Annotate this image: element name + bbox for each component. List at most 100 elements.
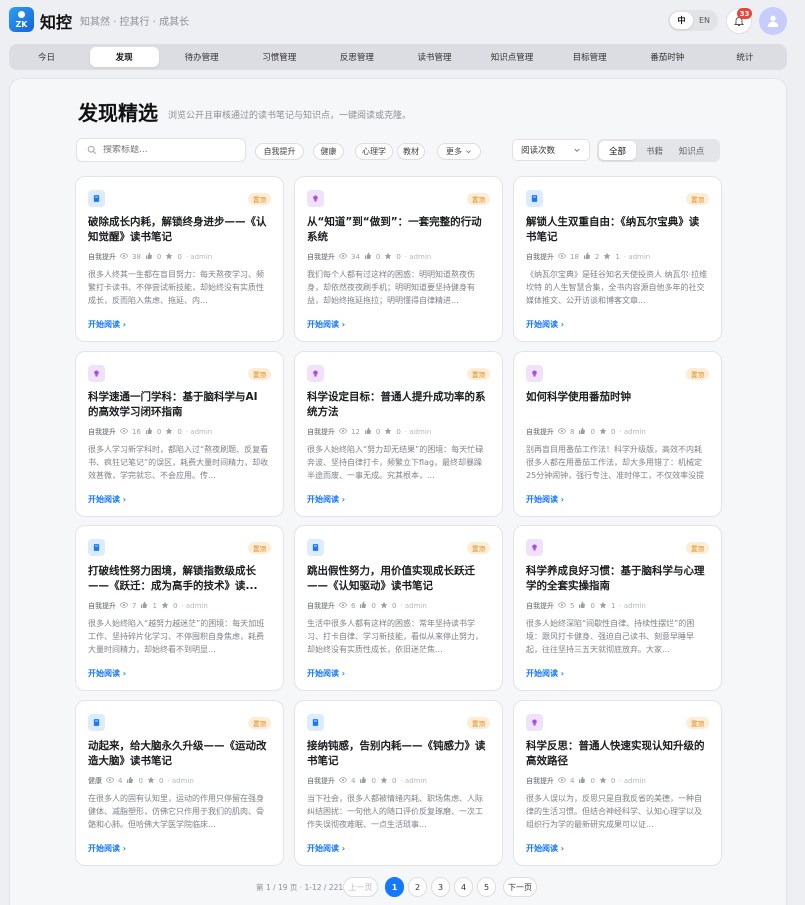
segment-1[interactable]: 书籍 — [636, 141, 673, 160]
sort-select[interactable]: 阅读次数 — [512, 139, 590, 161]
nav-tab-9[interactable]: 统计 — [710, 47, 779, 67]
card-title[interactable]: 科学速通一门学科：基于脑科学与AI的高效学习闭环指南 — [88, 390, 268, 420]
read-link-label: 开始阅读 — [307, 669, 339, 678]
content-card[interactable]: 置顶 从“知道”到“做到”：一套完整的行动系统 自我提升 34 0 0 · admin 我们每… — [294, 176, 503, 342]
bulb-icon — [526, 365, 543, 382]
page-button-1[interactable]: 1 — [385, 877, 404, 897]
star-count: 1 — [615, 253, 620, 261]
card-category: 健康 — [88, 777, 102, 785]
lang-zh-button[interactable]: 中 — [670, 12, 693, 29]
star-icon — [603, 252, 611, 262]
content-card[interactable]: 置顶 科学速通一门学科：基于脑科学与AI的高效学习闭环指南 自我提升 16 0 0 · ad… — [75, 351, 284, 517]
card-title[interactable]: 如何科学使用番茄时钟 — [526, 390, 706, 405]
app-title: 知控 — [40, 13, 73, 32]
card-title[interactable]: 从“知道”到“做到”：一套完整的行动系统 — [307, 215, 487, 245]
card-meta: 自我提升 4 0 0 · admin — [526, 776, 646, 786]
nav-tab-0[interactable]: 今日 — [12, 47, 81, 67]
card-title[interactable]: 科学设定目标：普通人提升成功率的系统方法 — [307, 390, 487, 420]
pinned-badge: 置顶 — [686, 368, 709, 380]
read-link[interactable]: 开始阅读 › — [88, 668, 126, 679]
view-count: 38 — [132, 253, 141, 261]
read-link[interactable]: 开始阅读 › — [526, 494, 564, 505]
segment-0[interactable]: 全部 — [599, 141, 636, 160]
read-link[interactable]: 开始阅读 › — [526, 319, 564, 330]
card-author: · admin — [623, 253, 651, 261]
next-page-button[interactable]: 下一页 — [503, 877, 537, 897]
nav-tab-5[interactable]: 读书管理 — [400, 47, 469, 67]
bulb-icon — [526, 539, 543, 556]
read-link[interactable]: 开始阅读 › — [526, 843, 564, 854]
content-card[interactable]: 置顶 破除成长内耗，解锁终身进步——《认知觉醒》读书笔记 自我提升 38 0 0 · adm… — [75, 176, 284, 342]
star-count: 0 — [391, 602, 397, 610]
like-count: 0 — [590, 428, 595, 436]
page-button-5[interactable]: 5 — [477, 877, 496, 897]
read-link[interactable]: 开始阅读 › — [307, 319, 345, 330]
prev-page-button[interactable]: 上一页 — [343, 877, 378, 897]
card-title[interactable]: 跳出假性努力，用价值实现成长跃迁——《认知驱动》读书笔记 — [307, 564, 487, 594]
read-link[interactable]: 开始阅读 › — [526, 668, 564, 679]
page-button-2[interactable]: 2 — [408, 877, 427, 897]
nav-tab-1[interactable]: 发现 — [89, 47, 159, 67]
segment-2[interactable]: 知识点 — [673, 141, 710, 160]
star-icon — [161, 601, 169, 611]
card-title[interactable]: 动起来，给大脑永久升级——《运动改造大脑》读书笔记 — [88, 739, 268, 769]
card-meta: 自我提升 18 2 1 · admin — [526, 252, 650, 262]
content-card[interactable]: 置顶 跳出假性努力，用价值实现成长跃迁——《认知驱动》读书笔记 自我提升 6 0 0 · a… — [294, 525, 503, 691]
pinned-badge: 置顶 — [686, 193, 709, 205]
card-title[interactable]: 科学养成良好习惯：基于脑科学与心理学的全套实操指南 — [526, 564, 706, 594]
filter-chip-4[interactable]: 更多 — [437, 143, 481, 160]
read-link-label: 开始阅读 — [307, 320, 339, 329]
pinned-badge: 置顶 — [686, 542, 709, 554]
lang-en-button[interactable]: EN — [693, 12, 716, 29]
avatar[interactable] — [759, 7, 787, 35]
search-box[interactable] — [76, 138, 246, 162]
content-card[interactable]: 置顶 如何科学使用番茄时钟 自我提升 8 0 0 · admin 别再盲目用番茄工作法！科学升… — [513, 351, 722, 517]
content-card[interactable]: 置顶 解锁人生双重自由：《纳瓦尔宝典》读书笔记 自我提升 18 2 1 · admin 《纳瓦… — [513, 176, 722, 342]
card-meta: 自我提升 6 0 0 · admin — [307, 601, 427, 611]
nav-tab-2[interactable]: 待办管理 — [167, 47, 236, 67]
bulb-icon — [307, 365, 324, 382]
eye-icon — [557, 601, 567, 611]
content-card[interactable]: 置顶 科学设定目标：普通人提升成功率的系统方法 自我提升 12 0 0 · admin 很多人… — [294, 351, 503, 517]
read-link[interactable]: 开始阅读 › — [88, 843, 126, 854]
nav-tab-10[interactable]: 系统管理 — [788, 47, 805, 67]
read-link[interactable]: 开始阅读 › — [307, 843, 345, 854]
star-count: 0 — [177, 253, 182, 261]
read-link[interactable]: 开始阅读 › — [88, 494, 126, 505]
page-button-4[interactable]: 4 — [454, 877, 473, 897]
filter-chip-2[interactable]: 心理学 — [355, 143, 393, 160]
read-link[interactable]: 开始阅读 › — [307, 668, 345, 679]
page-button-3[interactable]: 3 — [431, 877, 450, 897]
filter-chip-3[interactable]: 教材 — [397, 143, 425, 160]
nav-tab-7[interactable]: 目标管理 — [555, 47, 624, 67]
star-count: 0 — [172, 602, 178, 610]
content-card[interactable]: 置顶 科学反思：普通人快速实现认知升级的高效路径 自我提升 4 0 0 · admin 很多人… — [513, 700, 722, 866]
app-logo[interactable]: ZK — [9, 7, 34, 32]
view-count: 18 — [570, 253, 579, 261]
content-card[interactable]: 置顶 动起来，给大脑永久升级——《运动改造大脑》读书笔记 健康 4 0 0 · admin 在… — [75, 700, 284, 866]
card-title[interactable]: 科学反思：普通人快速实现认知升级的高效路径 — [526, 739, 706, 769]
card-meta: 自我提升 34 0 0 · admin — [307, 252, 431, 262]
like-count: 0 — [375, 428, 381, 436]
nav-tab-4[interactable]: 反思管理 — [322, 47, 391, 67]
nav-tab-3[interactable]: 习惯管理 — [245, 47, 314, 67]
card-title[interactable]: 打破线性努力困境，解锁指数级成长——《跃迁：成为高手的技术》读... — [88, 564, 268, 594]
card-category: 自我提升 — [88, 428, 116, 436]
filter-chip-1[interactable]: 健康 — [313, 143, 344, 160]
read-link[interactable]: 开始阅读 › — [88, 319, 126, 330]
search-input[interactable] — [103, 145, 233, 155]
read-link[interactable]: 开始阅读 › — [307, 494, 345, 505]
language-switch: 中 EN — [668, 10, 718, 31]
card-title[interactable]: 破除成长内耗，解锁终身进步——《认知觉醒》读书笔记 — [88, 215, 268, 245]
like-count: 0 — [371, 602, 376, 610]
card-author: · admin — [619, 428, 646, 436]
card-title[interactable]: 解锁人生双重自由：《纳瓦尔宝典》读书笔记 — [526, 215, 706, 245]
content-card[interactable]: 置顶 打破线性努力困境，解锁指数级成长——《跃迁：成为高手的技术》读... 自我提升… — [75, 525, 284, 691]
filter-chip-0[interactable]: 自我提升 — [255, 143, 304, 160]
card-title[interactable]: 接纳钝感，告别内耗——《钝感力》读书笔记 — [307, 739, 487, 769]
content-card[interactable]: 置顶 接纳钝感，告别内耗——《钝感力》读书笔记 自我提升 4 0 0 · admin 当下社会… — [294, 700, 503, 866]
nav-tab-8[interactable]: 番茄时钟 — [633, 47, 702, 67]
nav-tab-6[interactable]: 知识点管理 — [478, 47, 547, 67]
star-icon — [380, 601, 388, 611]
content-card[interactable]: 置顶 科学养成良好习惯：基于脑科学与心理学的全套实操指南 自我提升 5 0 1 · admi… — [513, 525, 722, 691]
